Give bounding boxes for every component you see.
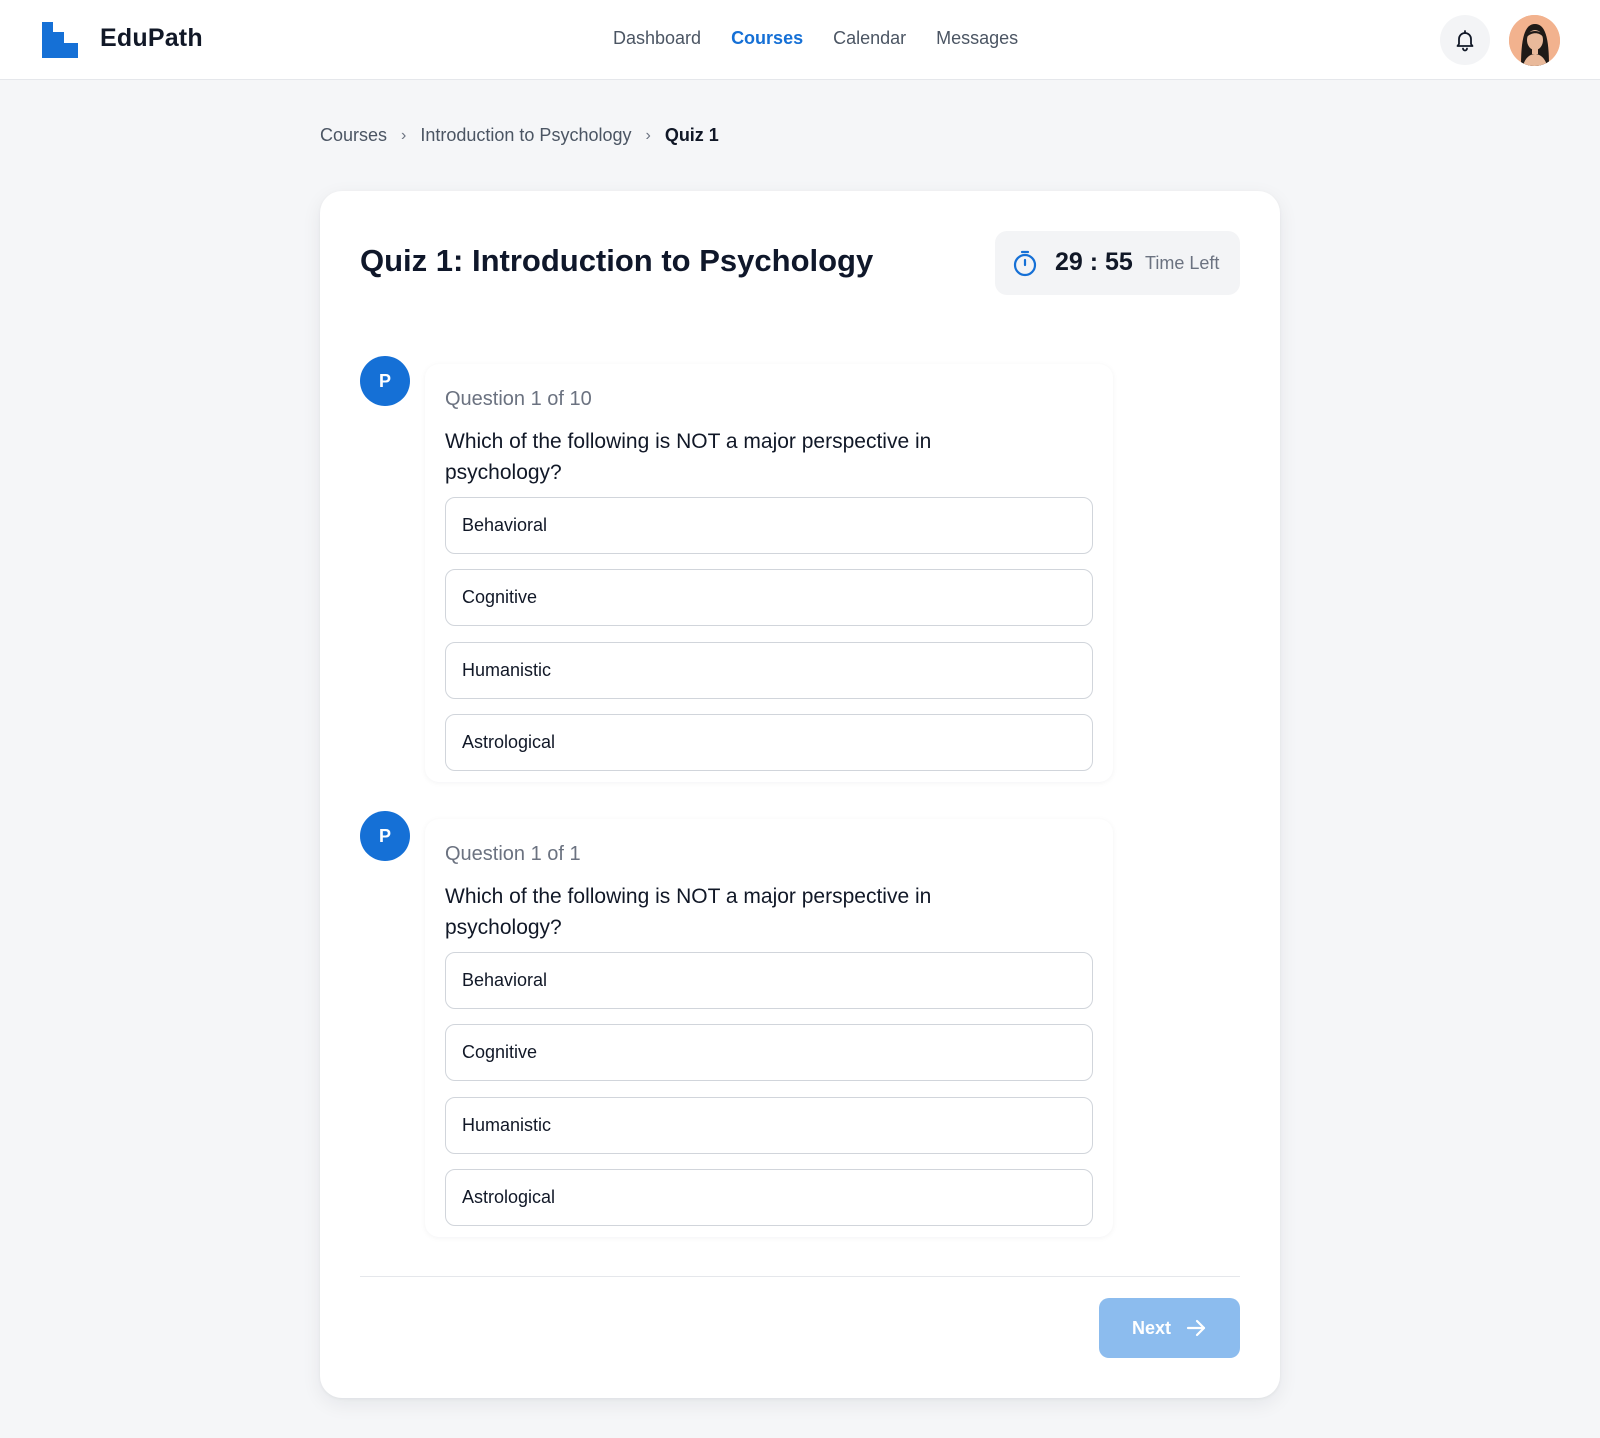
- answer-option-humanistic[interactable]: Humanistic: [445, 1097, 1093, 1154]
- question-count: Question 1 of 10: [445, 388, 592, 410]
- option-label: Humanistic: [462, 660, 552, 680]
- question-avatar: P: [360, 356, 410, 406]
- quiz-timer: 29 : 55 Time Left: [995, 231, 1240, 295]
- nav-item-calendar[interactable]: Calendar: [833, 28, 906, 49]
- notifications-button[interactable]: [1440, 15, 1490, 65]
- option-label: Behavioral: [462, 515, 548, 535]
- breadcrumb-courses[interactable]: Courses: [320, 125, 387, 146]
- timer-label: Time Left: [1145, 253, 1220, 273]
- next-button-label: Next: [1131, 1317, 1171, 1338]
- timer-value: 29 : 55: [1055, 248, 1133, 276]
- option-label: Cognitive: [462, 587, 538, 607]
- answer-option-cognitive[interactable]: Cognitive: [445, 1024, 1093, 1081]
- option-label: Humanistic: [462, 1115, 552, 1135]
- brand-name[interactable]: EduPath: [100, 24, 203, 53]
- chevron-right-icon: ›: [645, 126, 651, 144]
- option-label: Astrological: [462, 1187, 556, 1207]
- nav-item-messages[interactable]: Messages: [936, 28, 1018, 49]
- question-block: P Question 1 of 10 Which of the followin…: [360, 356, 1113, 786]
- answer-option-astrological[interactable]: Astrological: [445, 714, 1093, 771]
- option-label: Astrological: [462, 732, 556, 752]
- question-count: Question 1 of 1: [445, 843, 581, 865]
- next-button[interactable]: Next: [1099, 1298, 1240, 1358]
- answer-option-behavioral[interactable]: Behavioral: [445, 497, 1093, 554]
- chevron-right-icon: ›: [401, 126, 407, 144]
- question-text: Which of the following is NOT a major pe…: [445, 430, 932, 484]
- logo-icon[interactable]: [42, 22, 78, 58]
- avatar-portrait: [1509, 15, 1560, 66]
- quiz-card: Quiz 1: Introduction to Psychology 29 : …: [320, 191, 1280, 1398]
- option-label: Cognitive: [462, 1042, 538, 1062]
- top-navigation-bar: EduPath Dashboard Courses Calendar Messa…: [0, 0, 1600, 80]
- answer-option-humanistic[interactable]: Humanistic: [445, 642, 1093, 699]
- bell-icon: [1456, 30, 1474, 52]
- breadcrumb-course[interactable]: Introduction to Psychology: [420, 125, 631, 146]
- arrow-right-icon: [1186, 1319, 1206, 1337]
- breadcrumb-current: Quiz 1: [664, 125, 719, 145]
- footer-divider: [360, 1276, 1240, 1277]
- nav-item-courses[interactable]: Courses: [731, 28, 803, 49]
- question-text: Which of the following is NOT a major pe…: [445, 885, 932, 939]
- user-avatar[interactable]: [1509, 15, 1560, 66]
- main-nav: Dashboard Courses Calendar Messages: [613, 28, 1018, 49]
- question-panel: Question 1 of 1 Which of the following i…: [425, 819, 1113, 1237]
- stopwatch-icon: [1013, 250, 1037, 277]
- answer-option-cognitive[interactable]: Cognitive: [445, 569, 1093, 626]
- question-avatar: P: [360, 811, 410, 861]
- page-title: Quiz 1: Introduction to Psychology: [360, 243, 874, 278]
- answer-option-behavioral[interactable]: Behavioral: [445, 952, 1093, 1009]
- question-panel: Question 1 of 10 Which of the following …: [425, 364, 1113, 782]
- option-label: Behavioral: [462, 970, 548, 990]
- question-block: P Question 1 of 1 Which of the following…: [360, 811, 1113, 1241]
- answer-option-astrological[interactable]: Astrological: [445, 1169, 1093, 1226]
- breadcrumb: Courses › Introduction to Psychology › Q…: [320, 125, 719, 146]
- nav-item-dashboard[interactable]: Dashboard: [613, 28, 701, 49]
